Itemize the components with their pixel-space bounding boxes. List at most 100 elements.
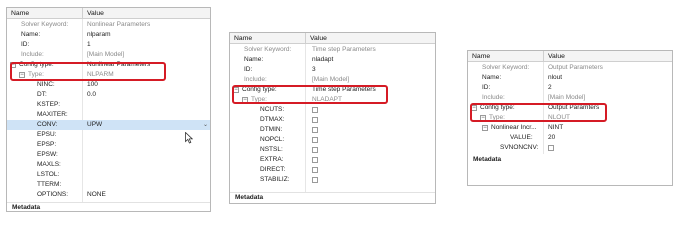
checkbox[interactable] xyxy=(312,167,318,173)
id-value[interactable]: 1 xyxy=(87,40,91,50)
value-column-header[interactable]: Value xyxy=(83,8,104,18)
param-label: TTERM: xyxy=(37,181,62,188)
nlout-property-panel: Name Value Solver Keyword: Output Parame… xyxy=(467,50,673,186)
type-label: Type: xyxy=(28,71,44,78)
value-column-header[interactable]: Value xyxy=(306,33,327,43)
collapse-toggle-icon[interactable]: − xyxy=(19,72,25,78)
chevron-down-icon[interactable]: ⌄ xyxy=(203,120,208,130)
type-row[interactable]: − Type: NLPARM xyxy=(7,70,210,80)
config-type-value[interactable]: Nonlinear Parameters xyxy=(87,60,150,70)
collapse-toggle-icon[interactable]: − xyxy=(480,115,486,121)
param-label: EPSU: xyxy=(37,131,57,138)
include-label: Include: xyxy=(244,76,267,83)
name-label: Name: xyxy=(21,31,41,38)
name-label: Name: xyxy=(482,74,502,81)
param-label: KSTEP: xyxy=(37,101,61,108)
id-label: ID: xyxy=(482,84,491,91)
param-row-dtmax[interactable]: DTMAX: xyxy=(230,115,435,125)
param-row-lstol[interactable]: LSTOL: xyxy=(7,170,210,180)
param-label: NCUTS: xyxy=(260,106,285,113)
param-row-ninc[interactable]: NINC: 100 xyxy=(7,80,210,90)
config-type-row[interactable]: − Config type: Time step Parameters xyxy=(230,85,435,95)
config-type-value[interactable]: Time step Parameters xyxy=(312,85,376,95)
collapse-toggle-icon[interactable]: − xyxy=(10,62,16,68)
value-row[interactable]: VALUE: 20 xyxy=(468,133,672,143)
checkbox[interactable] xyxy=(312,137,318,143)
checkbox[interactable] xyxy=(312,177,318,183)
nonlinear-incr-row[interactable]: − Nonlinear Incr... NINT xyxy=(468,123,672,133)
include-value: [Main Model] xyxy=(548,94,586,101)
param-row-extra[interactable]: EXTRA: xyxy=(230,155,435,165)
collapse-toggle-icon[interactable]: − xyxy=(471,105,477,111)
collapse-toggle-icon[interactable]: − xyxy=(233,87,239,93)
param-value[interactable]: 100 xyxy=(87,80,98,90)
name-label: Name: xyxy=(244,56,264,63)
param-row-dtmin[interactable]: DTMIN: xyxy=(230,125,435,135)
metadata-section[interactable]: Metadata xyxy=(468,155,672,165)
type-row[interactable]: − Type: NLADAPT xyxy=(230,95,435,105)
param-row-dt[interactable]: DT: 0.0 xyxy=(7,90,210,100)
name-value[interactable]: nlparam xyxy=(87,30,110,40)
param-row-maxls[interactable]: MAXLS: xyxy=(7,160,210,170)
param-row-maxiter[interactable]: MAXITER: xyxy=(7,110,210,120)
param-row-options[interactable]: OPTIONS: NONE xyxy=(7,190,210,200)
config-type-label: Config type: xyxy=(480,104,515,111)
type-value: NLOUT xyxy=(548,114,571,121)
metadata-section[interactable]: Metadata xyxy=(7,202,210,212)
param-row-ncuts[interactable]: NCUTS: xyxy=(230,105,435,115)
param-value[interactable]: NONE xyxy=(87,190,106,200)
param-row-epsp[interactable]: EPSP: xyxy=(7,140,210,150)
type-value: NLADAPT xyxy=(312,96,342,103)
checkbox[interactable] xyxy=(312,147,318,153)
value-value[interactable]: 20 xyxy=(548,133,555,143)
metadata-section[interactable]: Metadata xyxy=(230,192,435,202)
name-column-header[interactable]: Name xyxy=(230,33,306,43)
svnonconv-row[interactable]: SVNONCNV: xyxy=(468,143,672,153)
name-row[interactable]: Name: nladapt xyxy=(230,55,435,65)
config-type-row[interactable]: − Config type: Nonlinear Parameters xyxy=(7,60,210,70)
column-header: Name Value xyxy=(7,8,210,19)
config-type-value[interactable]: Output Paramters xyxy=(548,103,599,113)
config-type-row[interactable]: − Config type: Output Paramters xyxy=(468,103,672,113)
param-row-epsu[interactable]: EPSU: xyxy=(7,130,210,140)
name-value[interactable]: nladapt xyxy=(312,55,333,65)
solver-keyword-label: Solver Keyword: xyxy=(21,21,69,28)
id-value[interactable]: 3 xyxy=(312,65,316,75)
include-row: Include: [Main Model] xyxy=(468,93,672,103)
id-value[interactable]: 2 xyxy=(548,83,552,93)
conv-dropdown-value[interactable]: UPW xyxy=(87,120,102,130)
solver-keyword-value: Nonlinear Parameters xyxy=(87,21,151,28)
name-value[interactable]: nlout xyxy=(548,73,562,83)
param-row-kstep[interactable]: KSTEP: xyxy=(7,100,210,110)
param-value[interactable]: 0.0 xyxy=(87,90,96,100)
param-label: EPSW: xyxy=(37,151,58,158)
id-row[interactable]: ID: 1 xyxy=(7,40,210,50)
checkbox[interactable] xyxy=(312,117,318,123)
name-row[interactable]: Name: nlout xyxy=(468,73,672,83)
checkbox[interactable] xyxy=(312,107,318,113)
id-row[interactable]: ID: 3 xyxy=(230,65,435,75)
collapse-toggle-icon[interactable]: − xyxy=(242,97,248,103)
param-row-nstsl[interactable]: NSTSL: xyxy=(230,145,435,155)
include-value: [Main Model] xyxy=(87,51,125,58)
checkbox[interactable] xyxy=(312,127,318,133)
name-column-header[interactable]: Name xyxy=(468,51,544,61)
checkbox[interactable] xyxy=(312,157,318,163)
name-row[interactable]: Name: nlparam xyxy=(7,30,210,40)
param-row-nopcl[interactable]: NOPCL: xyxy=(230,135,435,145)
include-label: Include: xyxy=(482,94,505,101)
param-label: EPSP: xyxy=(37,141,57,148)
nonlinear-incr-value[interactable]: NINT xyxy=(548,123,563,133)
name-column-header[interactable]: Name xyxy=(7,8,83,18)
param-row-conv-selected[interactable]: CONV: UPW ⌄ xyxy=(7,120,210,130)
param-row-direct[interactable]: DIRECT: xyxy=(230,165,435,175)
param-row-tterm[interactable]: TTERM: xyxy=(7,180,210,190)
type-row[interactable]: − Type: NLOUT xyxy=(468,113,672,123)
nonlinear-incr-label: Nonlinear Incr... xyxy=(491,124,537,131)
value-column-header[interactable]: Value xyxy=(544,51,565,61)
id-row[interactable]: ID: 2 xyxy=(468,83,672,93)
collapse-toggle-icon[interactable]: − xyxy=(482,125,488,131)
param-row-stabiliz[interactable]: STABILIZ: xyxy=(230,175,435,185)
checkbox[interactable] xyxy=(548,145,554,151)
param-row-epsw[interactable]: EPSW: xyxy=(7,150,210,160)
